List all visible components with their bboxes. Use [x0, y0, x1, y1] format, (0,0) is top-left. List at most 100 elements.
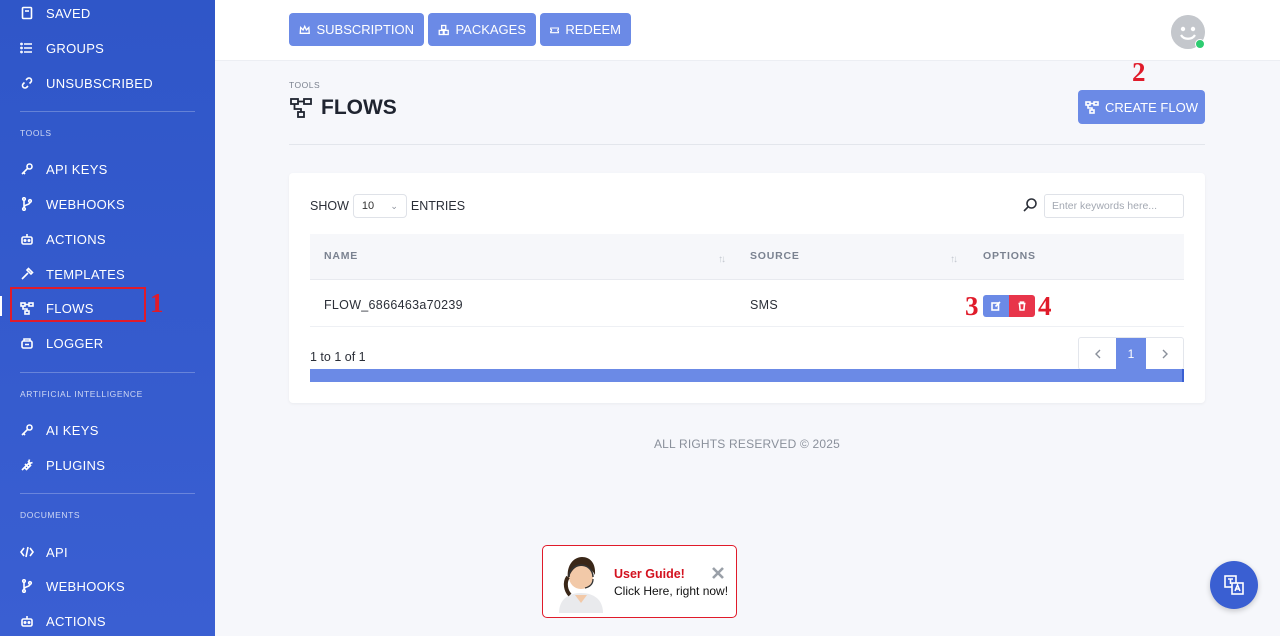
column-header-source[interactable]: SOURCE [750, 250, 800, 262]
delete-button[interactable] [1009, 295, 1035, 317]
list-icon [20, 41, 34, 55]
user-guide-subtitle: Click Here, right now! [614, 584, 729, 598]
sidebar-heading-ai: ARTIFICIAL INTELLIGENCE [20, 389, 143, 399]
edit-icon [991, 301, 1001, 311]
trash-icon [1018, 301, 1026, 311]
page-title: FLOWS [289, 96, 397, 120]
prev-page-button[interactable] [1079, 338, 1116, 369]
footer-copyright: ALL RIGHTS RESERVED © 2025 [653, 437, 841, 451]
highlight-box-flows [10, 287, 146, 322]
cell-flow-name: FLOW_6866463a70239 [324, 298, 463, 312]
sidebar-item-webhooks-docs[interactable]: WEBHOOKS [20, 571, 200, 601]
pagination: 1 [1078, 337, 1184, 370]
header-divider [289, 144, 1205, 145]
boxes-icon [438, 24, 449, 35]
show-label: SHOW [310, 199, 349, 213]
key-icon [20, 423, 34, 437]
sidebar-item-api-keys[interactable]: API KEYS [20, 154, 200, 184]
sidebar-item-label: UNSUBSCRIBED [46, 75, 153, 91]
sidebar-item-label: WEBHOOKS [46, 196, 125, 212]
edit-button[interactable] [983, 295, 1009, 317]
sidebar-item-label: AI KEYS [46, 422, 99, 438]
translate-icon [1224, 575, 1244, 595]
sidebar-item-saved[interactable]: SAVED [20, 0, 200, 28]
sidebar-item-groups[interactable]: GROUPS [20, 33, 200, 63]
entries-select[interactable]: 10 ⌄ [352, 194, 407, 218]
translate-button[interactable] [1210, 561, 1258, 609]
online-status-dot [1195, 39, 1205, 49]
subscription-label: SUBSCRIPTION [316, 22, 414, 37]
scrollbar-end [1182, 369, 1184, 382]
sidebar-item-label: WEBHOOKS [46, 578, 125, 594]
cell-source: SMS [750, 298, 778, 312]
redeem-label: REDEEM [565, 22, 621, 37]
entries-label: ENTRIES [410, 199, 466, 213]
sidebar-item-ai-keys[interactable]: AI KEYS [20, 415, 200, 445]
horizontal-scrollbar[interactable] [310, 369, 1184, 382]
crown-icon [299, 24, 310, 34]
flow-icon [290, 98, 312, 118]
unlink-icon [20, 76, 34, 90]
search-input[interactable] [1044, 194, 1184, 218]
create-flow-button[interactable]: CREATE FLOW [1078, 90, 1205, 124]
hammer-icon [20, 267, 34, 281]
sort-icon[interactable]: ↑↓ [718, 254, 726, 265]
column-header-name[interactable]: NAME [324, 250, 358, 262]
chevron-left-icon [1094, 349, 1100, 358]
branch-icon [20, 579, 34, 593]
sidebar-heading-docs: DOCUMENTS [20, 510, 81, 520]
ticket-icon [550, 26, 560, 33]
packages-button[interactable]: PACKAGES [428, 13, 536, 46]
sidebar-item-plugins[interactable]: PLUGINS [20, 450, 200, 480]
sidebar-heading-tools: TOOLS [20, 128, 52, 138]
page-button-current[interactable]: 1 [1116, 338, 1146, 369]
table-info: 1 to 1 of 1 [310, 350, 366, 364]
plug-icon [20, 458, 34, 472]
sidebar-item-webhooks[interactable]: WEBHOOKS [20, 189, 200, 219]
page-title-text: FLOWS [321, 96, 397, 119]
callout-3: 3 [965, 291, 979, 321]
create-flow-label: CREATE FLOW [1105, 99, 1198, 115]
key-icon [20, 162, 34, 176]
sidebar-item-logger[interactable]: LOGGER [20, 328, 200, 358]
sidebar-item-templates[interactable]: TEMPLATES [20, 259, 200, 289]
sidebar-item-label: TEMPLATES [46, 266, 126, 282]
search-icon [1022, 197, 1038, 213]
redeem-button[interactable]: REDEEM [540, 13, 631, 46]
support-agent-avatar [553, 551, 609, 613]
logger-icon [20, 336, 34, 350]
subscription-button[interactable]: SUBSCRIPTION [289, 13, 424, 46]
branch-icon [20, 197, 34, 211]
sidebar-item-label: PLUGINS [46, 457, 106, 473]
sidebar-item-label: API [46, 544, 68, 560]
close-icon[interactable] [711, 566, 725, 580]
flow-icon [1085, 101, 1099, 114]
callout-2: 2 [1132, 57, 1146, 87]
sidebar-item-label: GROUPS [46, 40, 105, 56]
sidebar-divider [20, 493, 195, 494]
code-icon [20, 545, 34, 559]
callout-4: 4 [1038, 291, 1052, 321]
sidebar-item-unsubscribed[interactable]: UNSUBSCRIBED [20, 68, 200, 98]
user-guide-title: User Guide! [614, 567, 685, 581]
breadcrumb: TOOLS [289, 80, 321, 90]
sidebar-divider [20, 111, 195, 112]
sidebar-item-label: LOGGER [46, 335, 104, 351]
entries-control: SHOW 10 ⌄ ENTRIES [310, 194, 465, 218]
robot-icon [20, 232, 34, 246]
chevron-right-icon [1162, 349, 1168, 358]
robot-icon [20, 614, 34, 628]
active-indicator [0, 296, 2, 316]
sidebar-divider [20, 372, 195, 373]
bookmark-icon [20, 6, 34, 20]
next-page-button[interactable] [1146, 338, 1183, 369]
sidebar: SAVED GROUPS UNSUBSCRIBED TOOLS API KEYS… [0, 0, 215, 636]
callout-1: 1 [150, 288, 164, 318]
sidebar-item-actions[interactable]: ACTIONS [20, 224, 200, 254]
column-header-options: OPTIONS [983, 250, 1036, 262]
table-header [310, 234, 1184, 280]
sort-icon[interactable]: ↑↓ [950, 254, 958, 265]
packages-label: PACKAGES [455, 22, 526, 37]
sidebar-item-actions-docs[interactable]: ACTIONS [20, 606, 200, 636]
sidebar-item-api-docs[interactable]: API [20, 537, 200, 567]
